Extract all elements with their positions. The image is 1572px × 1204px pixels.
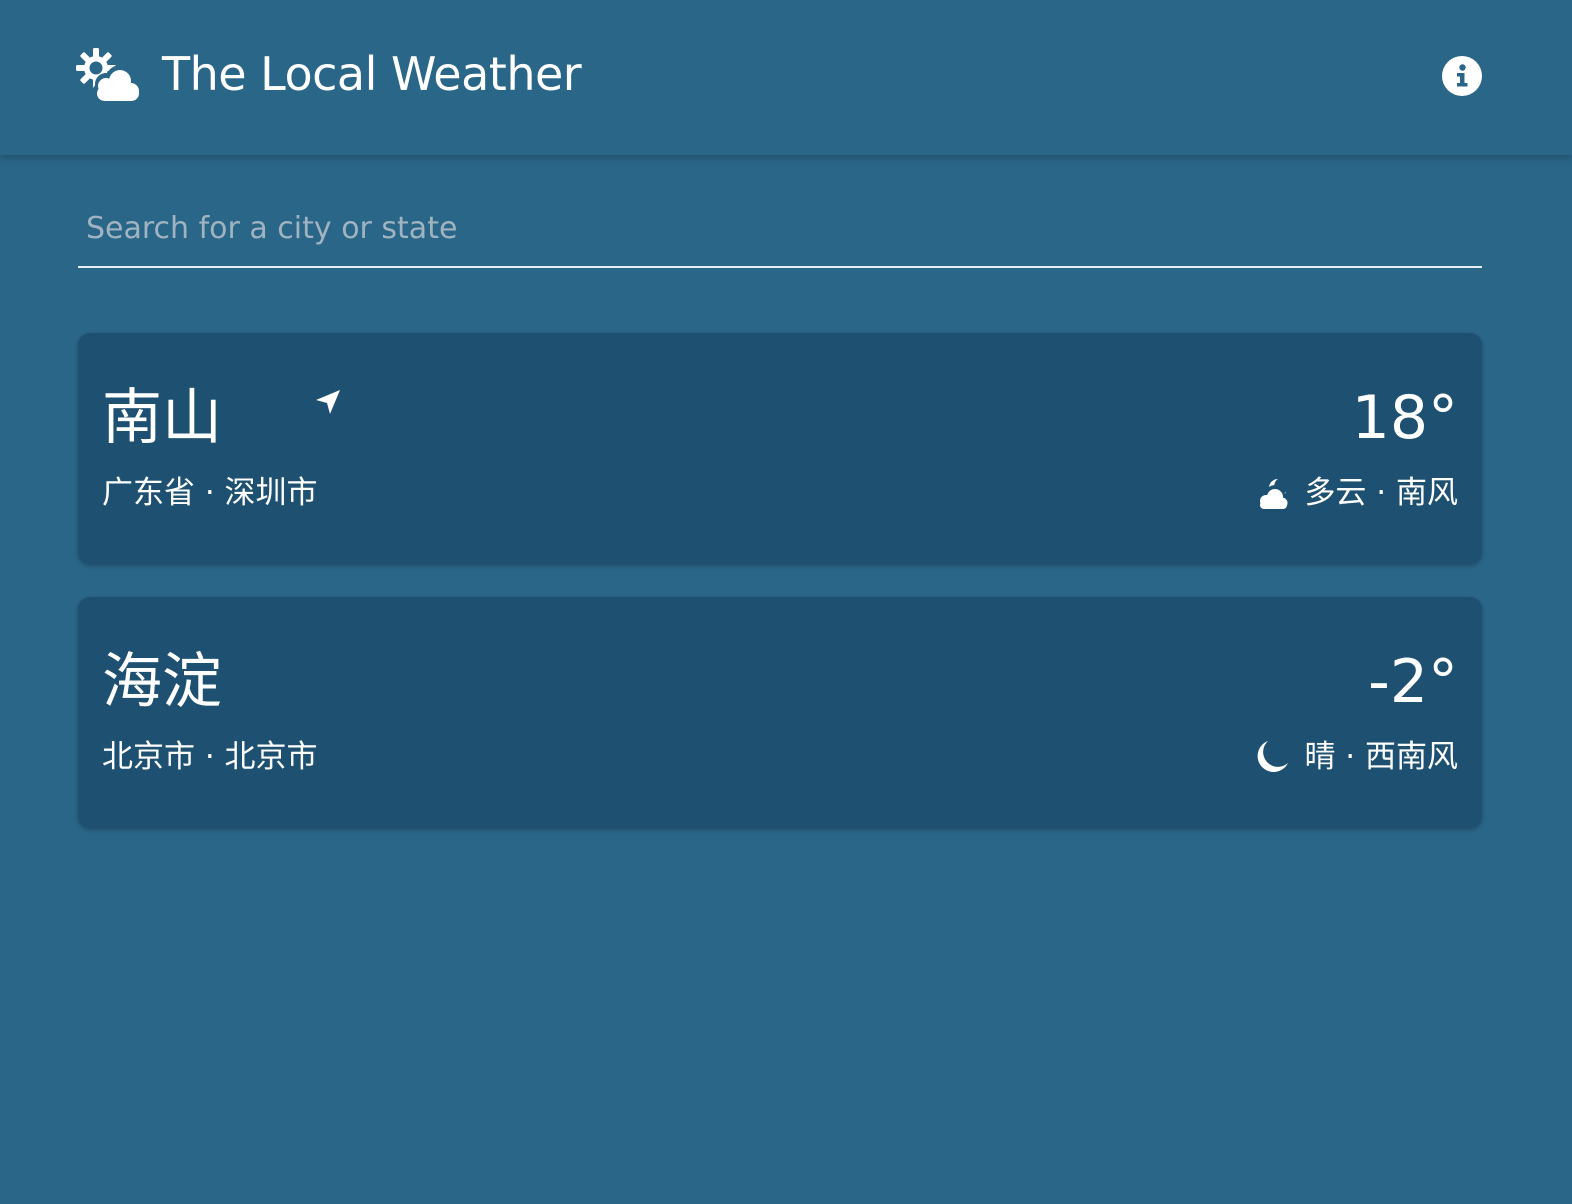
cloudy-night-icon [1258, 478, 1290, 509]
navigation-arrow-icon [316, 390, 340, 414]
moon-icon [1258, 741, 1289, 772]
app-title: The Local Weather [162, 47, 582, 101]
location-card-haidian[interactable]: 海淀 北京市 · 北京市 -2° 晴 · 西南风 [78, 597, 1482, 828]
city-name: 南山 [102, 383, 222, 453]
region-label: 广东省 · 深圳市 [102, 475, 318, 511]
condition-text: 多云 · 南风 [1304, 475, 1458, 511]
weather-condition: 多云 · 南风 [1254, 473, 1458, 513]
weather-app: The Local Weather 南山 广东省 · 深圳市 18° [0, 0, 1572, 1204]
search-underline [78, 266, 1482, 268]
temperature: 18° [1351, 383, 1458, 453]
search-bar [78, 190, 1482, 270]
city-name: 海淀 [102, 647, 222, 717]
condition-text: 晴 · 西南风 [1304, 739, 1458, 775]
sun-cloud-icon [76, 48, 140, 104]
region-label: 北京市 · 北京市 [102, 739, 318, 775]
app-header: The Local Weather [0, 0, 1572, 155]
temperature: -2° [1368, 647, 1458, 717]
weather-condition: 晴 · 西南风 [1254, 737, 1458, 777]
location-card-nanshan[interactable]: 南山 广东省 · 深圳市 18° 多云 · 南风 [78, 333, 1482, 564]
search-input[interactable] [78, 190, 1482, 266]
info-icon[interactable] [1441, 55, 1483, 97]
